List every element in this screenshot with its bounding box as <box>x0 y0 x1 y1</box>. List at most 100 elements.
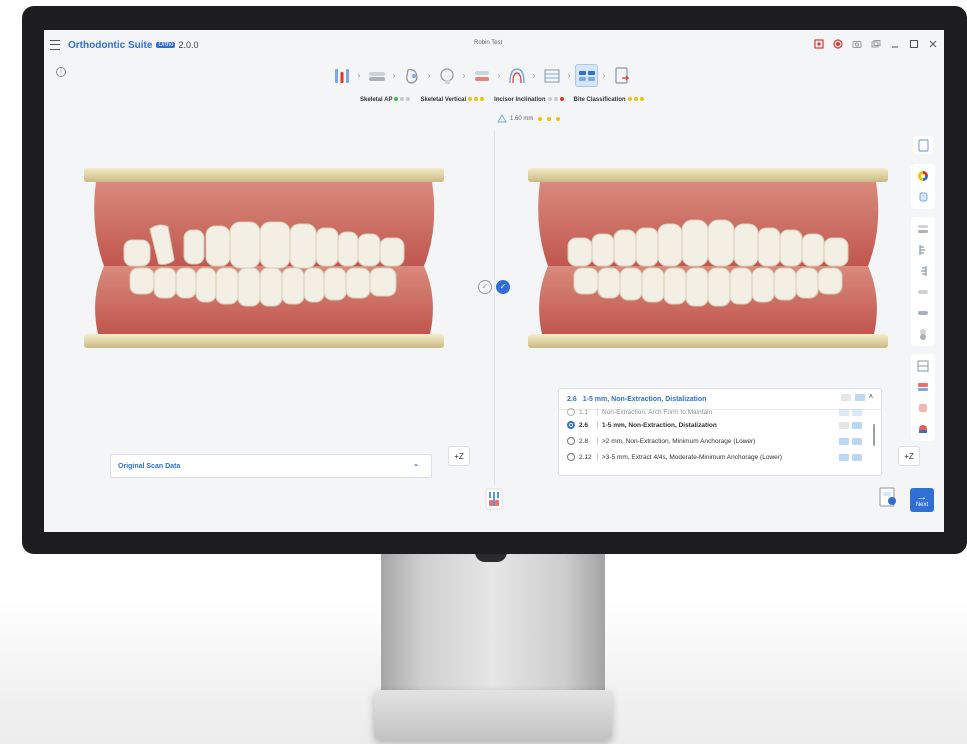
ipr-icon[interactable] <box>913 399 933 417</box>
measurement-readout: 1.60 mm <box>497 114 561 123</box>
next-button-label: Next <box>915 501 929 508</box>
step-setup-icon[interactable] <box>470 64 493 87</box>
metric-bite-classification[interactable]: Bite Classification <box>574 97 644 103</box>
tooth-movement-icon[interactable] <box>485 488 503 510</box>
workflow-steps: › › › › › › › › <box>330 64 633 87</box>
header-icons: ˄ <box>840 394 873 401</box>
upper-arch-badge-icon <box>839 453 849 461</box>
step-analysis-icon[interactable] <box>330 64 353 87</box>
selected-plan-code: 2.6 <box>567 395 577 403</box>
radio-button[interactable] <box>567 408 575 416</box>
gallery-icon[interactable] <box>871 39 881 49</box>
lower-arch-icon[interactable] <box>913 283 933 301</box>
plan-option-selected[interactable]: 2.6 1-5 mm, Non-Extraction, Distalizatio… <box>567 418 862 432</box>
plan-options-list: 1.1 Non-Extraction, Arch Form to Maintai… <box>559 408 881 475</box>
step-plan-icon[interactable] <box>575 64 598 87</box>
app-window: Orthodontic Suite Ortho 2.0.0 Robin Test <box>44 30 944 532</box>
z-axis-button-left[interactable]: +Z <box>448 446 470 466</box>
scan-data-selected: Original Scan Data <box>118 462 181 470</box>
step-face-icon[interactable] <box>400 64 423 87</box>
plan-list-scrollbar[interactable] <box>873 424 875 446</box>
record-icon[interactable] <box>833 39 843 49</box>
report-icon[interactable] <box>878 486 898 508</box>
collision-icon[interactable] <box>913 378 933 396</box>
arrow-right-icon: → <box>916 490 928 503</box>
split-divider[interactable] <box>494 130 495 485</box>
edition-badge: Ortho <box>156 42 176 48</box>
upper-arch-icon[interactable] <box>913 220 933 238</box>
clipboard-icon[interactable] <box>913 136 933 154</box>
z-axis-button-right[interactable]: +Z <box>898 446 920 466</box>
stop-record-icon[interactable] <box>814 39 824 49</box>
dental-model-original[interactable] <box>84 168 444 350</box>
step-staging-icon[interactable] <box>540 64 563 87</box>
check-original-icon[interactable]: ✓ <box>478 280 492 294</box>
single-tooth-icon[interactable] <box>913 188 933 206</box>
lower-arch-badge-icon <box>852 437 862 445</box>
radio-button[interactable] <box>567 437 575 445</box>
occlusal-view-icon[interactable] <box>913 304 933 322</box>
chevron-down-icon: ⌄ <box>413 461 419 468</box>
check-plan-icon[interactable]: ✓ <box>496 280 510 294</box>
radio-button[interactable] <box>567 453 575 461</box>
step-arch-icon[interactable] <box>365 64 388 87</box>
plan-option[interactable]: 2.12 >3-5 mm, Extract 4/4s, Moderate-Min… <box>567 450 862 464</box>
view-tools-group <box>911 217 935 346</box>
plan-option[interactable]: 1.1 Non-Extraction, Arch Form to Maintai… <box>567 405 862 419</box>
info-icon[interactable]: i <box>56 67 66 77</box>
plan-option[interactable]: 2.8 >2 mm, Non-Extraction, Minimum Ancho… <box>567 434 862 448</box>
side-view-icon[interactable] <box>913 241 933 259</box>
lower-arch-badge-icon <box>852 408 862 416</box>
upper-arch-badge-icon <box>839 408 849 416</box>
metric-skeletal-vertical[interactable]: Skeletal Vertical <box>420 97 485 103</box>
upper-arch-badge-icon <box>839 437 849 445</box>
step-chevron-icon: › <box>357 71 361 80</box>
step-arch-form-icon[interactable] <box>505 64 528 87</box>
screenshot-icon[interactable] <box>852 39 862 49</box>
lower-arch-badge-icon <box>854 394 865 401</box>
maximize-icon[interactable] <box>909 39 919 49</box>
upper-arch-badge-icon <box>839 421 849 429</box>
color-palette-icon[interactable] <box>913 167 933 185</box>
monitor-stand <box>381 552 605 702</box>
close-icon[interactable] <box>928 39 938 49</box>
analysis-tools-group <box>911 354 935 441</box>
scan-data-dropdown[interactable]: Original Scan Data ⌄ <box>110 454 432 478</box>
minimize-icon[interactable] <box>890 39 900 49</box>
step-chevron-icon: › <box>497 71 501 80</box>
step-head-icon[interactable] <box>435 64 458 87</box>
monitor-base <box>374 690 612 740</box>
analysis-metrics: Skeletal AP Skeletal Vertical Incisor In… <box>360 97 644 103</box>
attachment-icon[interactable] <box>913 420 933 438</box>
metric-skeletal-ap[interactable]: Skeletal AP <box>360 97 411 103</box>
window-title: Robin Test <box>474 40 503 46</box>
radio-button-selected[interactable] <box>567 421 575 429</box>
metric-incisor-inclination[interactable]: Incisor Inclination <box>494 97 564 103</box>
model-visibility-toggles: ✓ ✓ <box>478 280 510 294</box>
step-chevron-icon: › <box>462 71 466 80</box>
step-export-icon[interactable] <box>610 64 633 87</box>
step-chevron-icon: › <box>532 71 536 80</box>
display-tools-group <box>911 164 935 209</box>
upper-arch-badge-icon <box>840 394 851 401</box>
bite-view-icon[interactable] <box>913 325 933 343</box>
app-version: 2.0.0 <box>178 40 199 50</box>
window-controls <box>814 39 938 49</box>
chevron-up-icon[interactable]: ˄ <box>869 394 873 401</box>
step-chevron-icon: › <box>427 71 431 80</box>
hamburger-menu-icon[interactable] <box>50 40 60 50</box>
grid-overlay-icon[interactable] <box>913 357 933 375</box>
measurement-value: 1.60 mm <box>510 115 534 122</box>
step-chevron-icon: › <box>602 71 606 80</box>
lower-arch-badge-icon <box>852 421 862 429</box>
measure-ruler-icon <box>497 114 507 123</box>
selected-plan-label: 1-5 mm, Non-Extraction, Distalization <box>582 395 707 403</box>
lower-arch-badge-icon <box>852 453 862 461</box>
next-button[interactable]: → Next <box>910 488 934 512</box>
step-chevron-icon: › <box>392 71 396 80</box>
dental-model-planned[interactable] <box>528 168 888 350</box>
title-bar: Orthodontic Suite Ortho 2.0.0 Robin Test <box>44 30 944 60</box>
app-name: Orthodontic Suite <box>68 39 153 51</box>
right-view-icon[interactable] <box>913 262 933 280</box>
step-chevron-icon: › <box>567 71 571 80</box>
